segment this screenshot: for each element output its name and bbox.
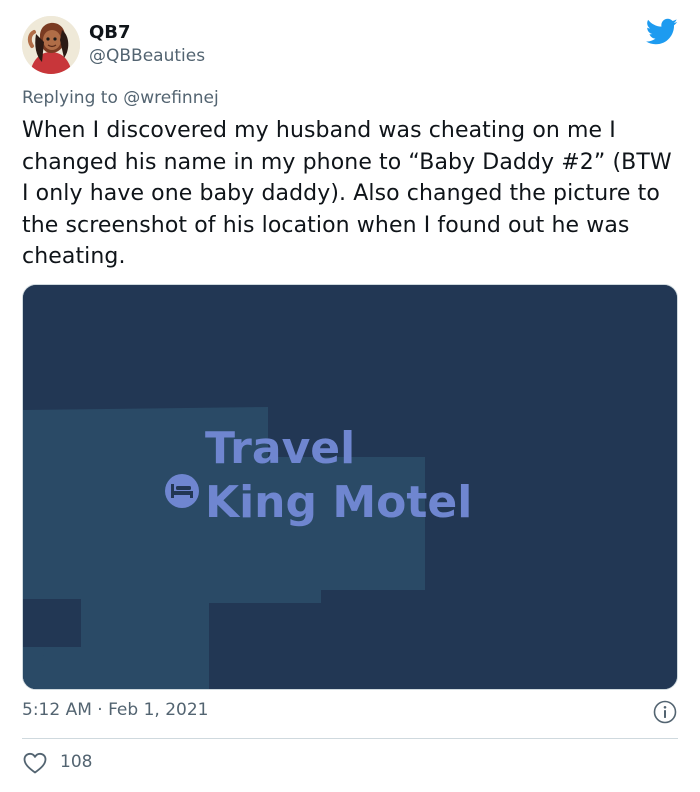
info-icon[interactable] <box>653 700 677 724</box>
user-handle[interactable]: @QBBeauties <box>89 46 205 66</box>
like-count: 108 <box>60 752 93 772</box>
replying-prefix: Replying to <box>22 88 118 108</box>
display-name[interactable]: QB7 <box>89 22 131 43</box>
reply-mention-link[interactable]: @wrefinnej <box>123 88 218 108</box>
replying-to: Replying to @wrefinnej <box>22 88 219 108</box>
heart-icon[interactable] <box>22 751 48 775</box>
avatar[interactable] <box>22 16 80 74</box>
tweet-media-image[interactable]: Travel King Motel <box>22 284 678 690</box>
avatar-image <box>22 16 80 74</box>
twitter-bird-icon[interactable] <box>645 18 678 46</box>
tweet-text: When I discovered my husband was cheatin… <box>22 118 672 269</box>
map-label-line1: Travel <box>205 423 355 474</box>
map-label-line2: King Motel <box>205 477 472 528</box>
tweet-timestamp[interactable]: 5:12 AM · Feb 1, 2021 <box>22 700 208 720</box>
divider <box>22 738 678 739</box>
